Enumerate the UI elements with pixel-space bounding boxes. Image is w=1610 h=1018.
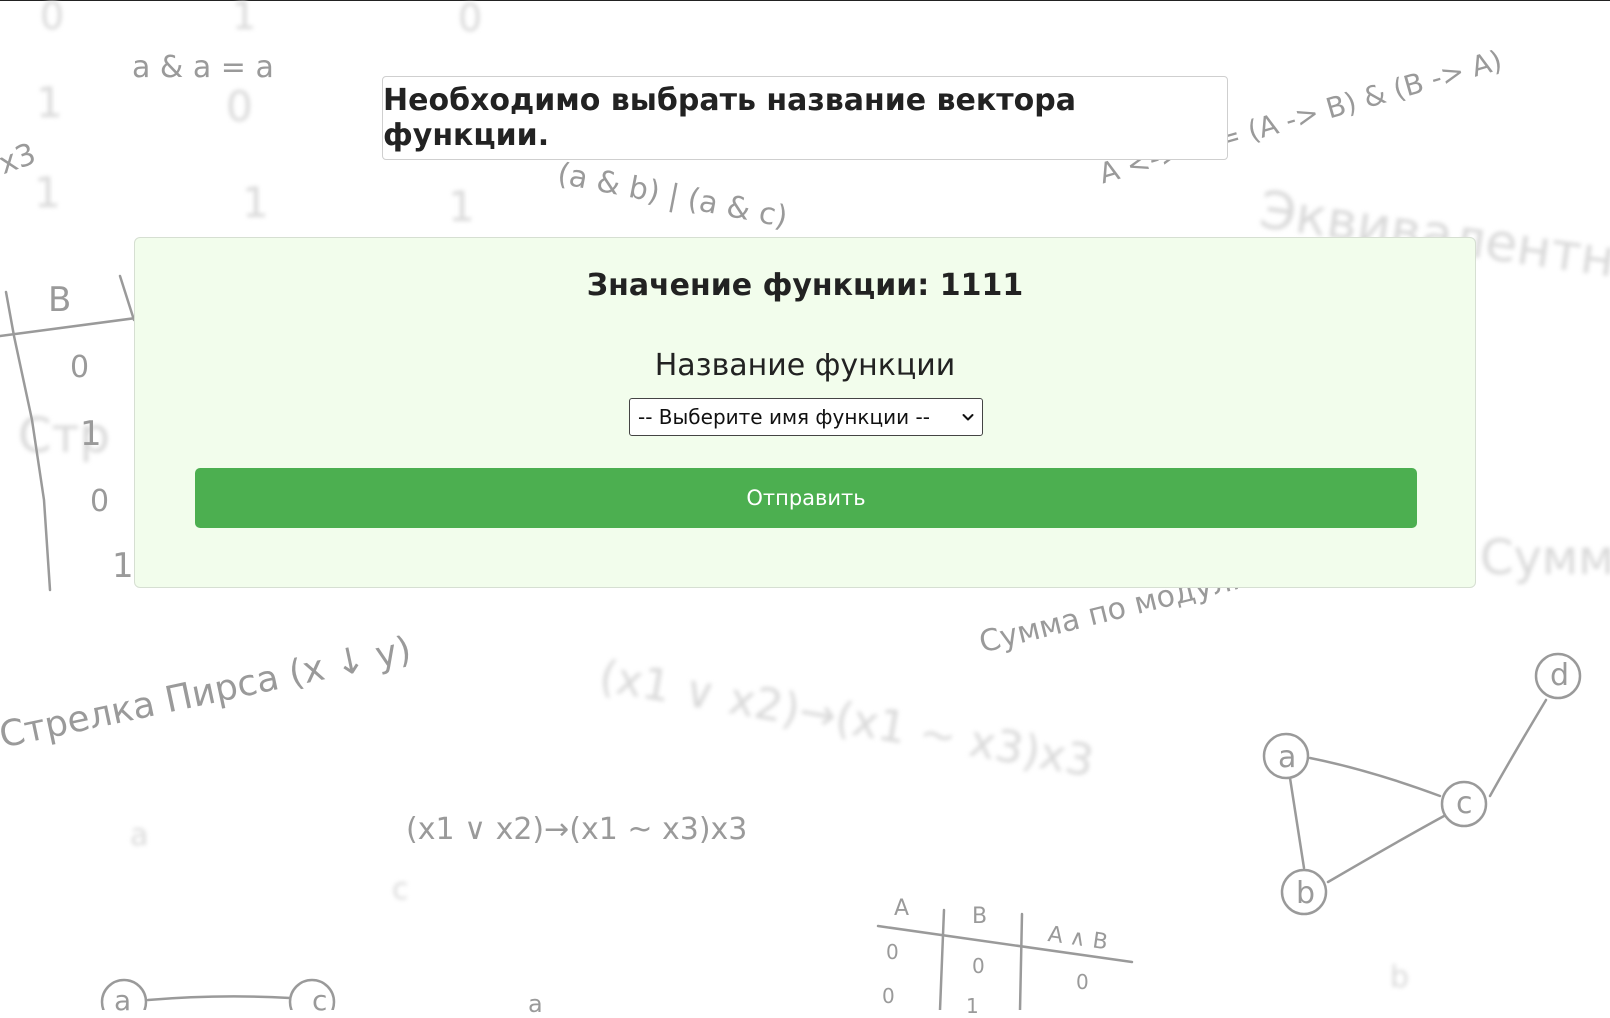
function-card: Значение функции: 1111 Название функции … xyxy=(134,237,1476,588)
function-name-select-value: -- Выберите имя функции -- xyxy=(638,405,930,429)
instruction-banner: Необходимо выбрать название вектора функ… xyxy=(382,76,1228,160)
function-value-title: Значение функции: 1111 xyxy=(586,268,1024,303)
function-name-select[interactable]: -- Выберите имя функции -- xyxy=(629,398,983,436)
function-name-label: Название функции xyxy=(654,348,956,383)
submit-button[interactable]: Отправить xyxy=(195,468,1417,528)
chevron-down-icon xyxy=(962,414,974,421)
